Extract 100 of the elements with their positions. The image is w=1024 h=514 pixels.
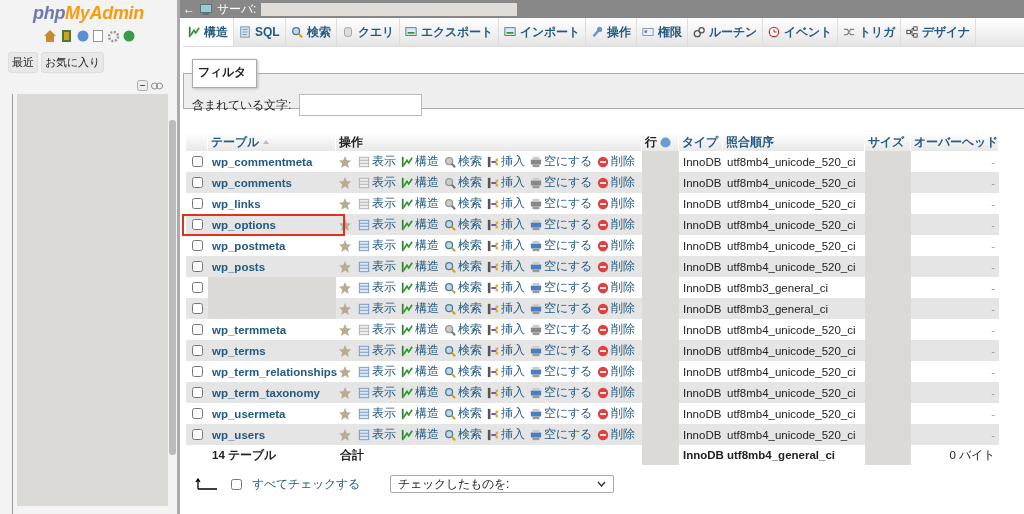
settings-icon[interactable]	[106, 29, 120, 43]
star-icon[interactable]	[338, 238, 352, 253]
table-row[interactable]: wp_commentmeta 表示 構造 検索 挿入 空にする 削除 InnoDB utf8mb4_unicode_520_ci -	[186, 151, 999, 172]
action-link[interactable]: 表示	[358, 237, 396, 254]
action-link[interactable]: 表示	[358, 342, 396, 359]
back-arrow[interactable]: ←	[183, 2, 195, 16]
action-link[interactable]: 空にする	[530, 153, 592, 170]
action-link[interactable]: 構造	[401, 195, 439, 212]
action-link[interactable]: 検索	[444, 153, 482, 170]
action-link[interactable]: 削除	[597, 405, 635, 422]
action-link[interactable]: 挿入	[487, 237, 525, 254]
star-icon[interactable]	[338, 427, 352, 442]
star-icon[interactable]	[338, 280, 352, 295]
action-link[interactable]: 表示	[358, 258, 396, 275]
star-icon[interactable]	[338, 343, 352, 358]
table-row[interactable]: wp_posts 表示 構造 検索 挿入 空にする 削除 InnoDB utf8mb4_unicode_520_ci -	[186, 256, 999, 277]
action-link[interactable]: 挿入	[487, 363, 525, 380]
row-checkbox[interactable]	[192, 387, 203, 398]
row-checkbox[interactable]	[192, 366, 203, 377]
bulk-action-select[interactable]: チェックしたものを:	[390, 475, 614, 493]
star-icon[interactable]	[338, 385, 352, 400]
action-link[interactable]: 検索	[444, 237, 482, 254]
action-link[interactable]: 構造	[401, 153, 439, 170]
action-link[interactable]: 表示	[358, 216, 396, 233]
action-link[interactable]: 構造	[401, 174, 439, 191]
row-checkbox[interactable]	[192, 219, 203, 230]
check-all-checkbox[interactable]	[231, 478, 242, 490]
action-link[interactable]: 空にする	[530, 321, 592, 338]
action-link[interactable]: 削除	[597, 279, 635, 296]
action-link[interactable]: 空にする	[530, 300, 592, 317]
action-link[interactable]: 挿入	[487, 384, 525, 401]
breadcrumb-link[interactable]: サーバ:	[217, 0, 257, 18]
action-link[interactable]: 表示	[358, 300, 396, 317]
table-row[interactable]: wp_term_taxonomy 表示 構造 検索 挿入 空にする 削除 InnoDB utf8mb4_unicode_520_ci -	[186, 382, 999, 403]
action-link[interactable]: 検索	[444, 258, 482, 275]
filter-field[interactable]	[299, 94, 423, 116]
action-link[interactable]: 削除	[597, 342, 635, 359]
row-checkbox[interactable]	[192, 429, 203, 440]
star-icon[interactable]	[338, 196, 352, 211]
action-link[interactable]: 構造	[401, 300, 439, 317]
action-link[interactable]: 空にする	[530, 279, 592, 296]
star-icon[interactable]	[338, 322, 352, 337]
document-icon[interactable]	[91, 30, 104, 42]
row-checkbox[interactable]	[192, 177, 203, 188]
action-link[interactable]: 削除	[597, 321, 635, 338]
table-row[interactable]: wp_termmeta 表示 構造 検索 挿入 空にする 削除 InnoDB utf8mb4_unicode_520_ci -	[186, 319, 999, 340]
action-link[interactable]: 構造	[401, 321, 439, 338]
action-link[interactable]: 表示	[358, 279, 396, 296]
table-name-link[interactable]: wp_commentmeta	[212, 155, 313, 168]
action-link[interactable]: 構造	[401, 426, 439, 443]
tab[interactable]: 構造	[183, 18, 234, 46]
action-link[interactable]: 挿入	[487, 216, 525, 233]
action-link[interactable]: 挿入	[487, 426, 525, 443]
row-checkbox[interactable]	[192, 345, 203, 356]
action-link[interactable]: 挿入	[487, 300, 525, 317]
action-link[interactable]: 検索	[444, 363, 482, 380]
action-link[interactable]: 検索	[444, 426, 482, 443]
table-row[interactable]: wp_comments 表示 構造 検索 挿入 空にする 削除 InnoDB utf8mb4_unicode_520_ci -	[186, 172, 999, 193]
action-link[interactable]: 挿入	[487, 258, 525, 275]
row-checkbox[interactable]	[192, 282, 203, 293]
table-name-link[interactable]: wp_links	[212, 197, 261, 210]
sidebar-button[interactable]: お気に入り	[41, 52, 104, 73]
action-link[interactable]: 削除	[597, 384, 635, 401]
action-link[interactable]: 削除	[597, 237, 635, 254]
star-icon[interactable]	[338, 175, 352, 190]
star-icon[interactable]	[338, 154, 352, 169]
star-icon[interactable]	[338, 301, 352, 316]
row-checkbox[interactable]	[192, 324, 203, 335]
action-link[interactable]: 表示	[358, 384, 396, 401]
action-link[interactable]: 空にする	[530, 174, 592, 191]
action-link[interactable]: 挿入	[487, 279, 525, 296]
action-link[interactable]: 表示	[358, 405, 396, 422]
table-row[interactable]: wp_usermeta 表示 構造 検索 挿入 空にする 削除 InnoDB utf8mb4_unicode_520_ci -	[186, 403, 999, 424]
action-link[interactable]: 空にする	[530, 363, 592, 380]
check-all-link[interactable]: すべてチェックする	[252, 475, 360, 493]
table-row[interactable]: wp_term_relationships 表示 構造 検索 挿入 空にする 削除 InnoDB utf8mb4_unicode_520_ci -	[186, 361, 999, 382]
action-link[interactable]: 構造	[401, 216, 439, 233]
table-row[interactable]: 表示 構造 検索 挿入 空にする 削除 InnoDB utf8mb3_general_ci -	[186, 298, 999, 319]
column-header[interactable]: テーブル	[208, 133, 336, 151]
action-link[interactable]: 表示	[358, 426, 396, 443]
action-link[interactable]: 空にする	[530, 384, 592, 401]
star-icon[interactable]	[338, 259, 352, 274]
action-link[interactable]: 検索	[444, 279, 482, 296]
table-name-link[interactable]: wp_postmeta	[212, 239, 286, 252]
action-link[interactable]: 挿入	[487, 153, 525, 170]
action-link[interactable]: 削除	[597, 216, 635, 233]
action-link[interactable]: 削除	[597, 195, 635, 212]
action-link[interactable]: 検索	[444, 342, 482, 359]
action-link[interactable]: 検索	[444, 321, 482, 338]
action-link[interactable]: 削除	[597, 174, 635, 191]
star-icon[interactable]	[338, 406, 352, 421]
action-link[interactable]: 挿入	[487, 321, 525, 338]
action-link[interactable]: 空にする	[530, 426, 592, 443]
home-icon[interactable]	[42, 29, 57, 43]
action-link[interactable]: 検索	[444, 195, 482, 212]
row-checkbox[interactable]	[192, 261, 203, 272]
column-header[interactable]: 照合順序	[723, 133, 865, 151]
action-link[interactable]: 削除	[597, 426, 635, 443]
row-checkbox[interactable]	[192, 303, 203, 314]
column-header[interactable]: タイプ	[679, 133, 723, 151]
